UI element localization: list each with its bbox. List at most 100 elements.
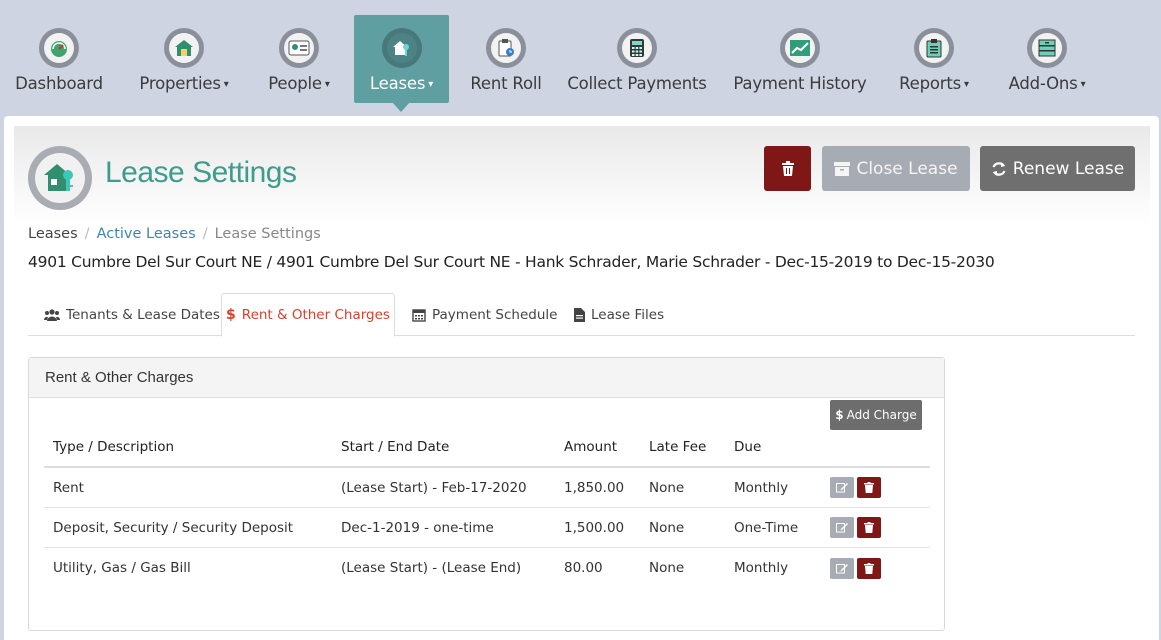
tab-payment-schedule[interactable]: Payment Schedule (412, 293, 557, 336)
file-icon (574, 307, 585, 322)
lease-tabs: Tenants & Lease Dates $ Rent & Other Cha… (28, 293, 1135, 337)
page-icon (28, 146, 92, 210)
edit-icon (836, 523, 848, 533)
nav-leases-label: Leases (369, 74, 426, 93)
tab-rent-other-charges[interactable]: $ Rent & Other Charges (221, 293, 395, 337)
edit-charge-button[interactable] (830, 517, 854, 538)
tab-lease-files-label: Lease Files (591, 306, 665, 323)
delete-charge-button[interactable] (857, 477, 881, 498)
delete-lease-button[interactable] (764, 146, 811, 191)
archive-icon (834, 161, 851, 176)
nav-reports-label: Reports (899, 74, 962, 93)
cabinet-icon (1032, 33, 1062, 63)
nav-collect-payments[interactable]: Collect Payments (566, 15, 708, 103)
table-row: Utility, Gas / Gas Bill (Lease Start) - … (44, 548, 930, 588)
cell-type: Deposit, Security / Security Deposit (53, 519, 294, 536)
house-key-icon (35, 153, 85, 203)
breadcrumb-separator: / (84, 226, 90, 242)
renew-lease-label: Renew Lease (1012, 158, 1125, 179)
nav-leases[interactable]: Leases ▾ (354, 15, 449, 103)
contact-card-icon (284, 33, 314, 63)
cell-amount: 1,850.00 (564, 479, 625, 496)
refresh-icon (991, 161, 1007, 177)
nav-rent-roll[interactable]: Rent Roll (465, 15, 547, 103)
cell-type: Rent (53, 479, 84, 496)
trash-icon (864, 562, 874, 574)
nav-people-label: People (268, 74, 322, 93)
nav-reports[interactable]: Reports ▾ (890, 15, 978, 103)
clipboard-clock-icon (491, 33, 521, 63)
delete-charge-button[interactable] (857, 517, 881, 538)
active-nav-indicator (392, 102, 410, 112)
charges-table: Type / Description Start / End Date Amou… (44, 400, 930, 588)
line-chart-icon (785, 33, 815, 63)
table-header-row: Type / Description Start / End Date Amou… (44, 400, 930, 468)
column-header-dates: Start / End Date (341, 439, 450, 455)
edit-charge-button[interactable] (830, 477, 854, 498)
nav-collect-payments-label: Collect Payments (567, 74, 707, 93)
dollar-icon: $ (835, 408, 844, 422)
trash-icon (781, 160, 795, 177)
column-header-type: Type / Description (53, 439, 175, 455)
nav-add-ons-label: Add-Ons (1008, 74, 1078, 93)
tab-lease-files[interactable]: Lease Files (574, 293, 664, 336)
cell-type: Utility, Gas / Gas Bill (53, 560, 191, 576)
delete-charge-button[interactable] (857, 557, 881, 579)
row-actions (830, 508, 884, 547)
cell-late-fee: None (649, 519, 685, 536)
add-charge-label: Add Charge (846, 408, 917, 422)
cell-dates: (Lease Start) - Feb-17-2020 (341, 479, 527, 496)
cell-late-fee: None (649, 479, 685, 496)
calendar-icon (412, 308, 426, 322)
charges-panel-title: Rent & Other Charges (29, 358, 944, 398)
page-title: Lease Settings (105, 156, 297, 189)
cell-due: Monthly (734, 560, 789, 576)
edit-icon (836, 483, 848, 493)
add-charge-button[interactable]: $ Add Charge (830, 400, 922, 430)
nav-people[interactable]: People ▾ (258, 15, 340, 103)
cell-due: Monthly (734, 479, 789, 496)
nav-payment-history-label: Payment History (733, 74, 867, 93)
main-navigation: Dashboard Properties ▾ People ▾ Leases ▾ Re… (0, 0, 1161, 116)
edit-charge-button[interactable] (830, 557, 854, 579)
nav-payment-history[interactable]: Payment History (730, 15, 870, 103)
chevron-down-icon: ▾ (964, 79, 969, 90)
row-actions (830, 548, 884, 588)
chevron-down-icon: ▾ (428, 79, 434, 90)
tab-rent-other-charges-label: Rent & Other Charges (241, 307, 390, 323)
chevron-down-icon: ▾ (324, 79, 330, 90)
lease-description: 4901 Cumbre Del Sur Court NE / 4901 Cumb… (28, 253, 995, 271)
tab-tenants-lease-dates[interactable]: Tenants & Lease Dates (44, 293, 220, 336)
table-row: Deposit, Security / Security Deposit Dec… (44, 508, 930, 548)
nav-rent-roll-label: Rent Roll (470, 74, 542, 93)
dollar-icon: $ (226, 307, 236, 323)
breadcrumb-leases[interactable]: Leases (28, 226, 78, 242)
breadcrumb: Leases / Active Leases / Lease Settings (28, 226, 321, 242)
house-icon (169, 33, 199, 63)
house-key-icon (386, 33, 417, 63)
column-header-amount: Amount (564, 439, 618, 455)
cell-amount: 1,500.00 (564, 519, 625, 536)
breadcrumb-current: Lease Settings (214, 226, 321, 242)
trash-icon (864, 482, 874, 493)
users-icon (44, 308, 60, 321)
column-header-due: Due (734, 439, 762, 455)
nav-add-ons[interactable]: Add-Ons ▾ (998, 15, 1096, 103)
cell-due: One-Time (734, 519, 799, 536)
breadcrumb-active-leases[interactable]: Active Leases (97, 226, 196, 242)
nav-properties[interactable]: Properties ▾ (130, 15, 238, 103)
row-actions (830, 468, 884, 507)
nav-dashboard-label: Dashboard (15, 74, 103, 93)
trash-icon (864, 522, 874, 533)
tab-payment-schedule-label: Payment Schedule (432, 306, 558, 323)
nav-properties-label: Properties (139, 74, 221, 93)
calculator-icon (622, 33, 652, 63)
table-row: Rent (Lease Start) - Feb-17-2020 1,850.0… (44, 468, 930, 508)
edit-icon (836, 563, 848, 573)
renew-lease-button[interactable]: Renew Lease (980, 146, 1135, 191)
cell-amount: 80.00 (564, 560, 603, 576)
column-header-late-fee: Late Fee (649, 439, 707, 455)
close-lease-button[interactable]: Close Lease (822, 146, 970, 191)
clipboard-icon (919, 33, 949, 63)
nav-dashboard[interactable]: Dashboard (8, 15, 110, 103)
